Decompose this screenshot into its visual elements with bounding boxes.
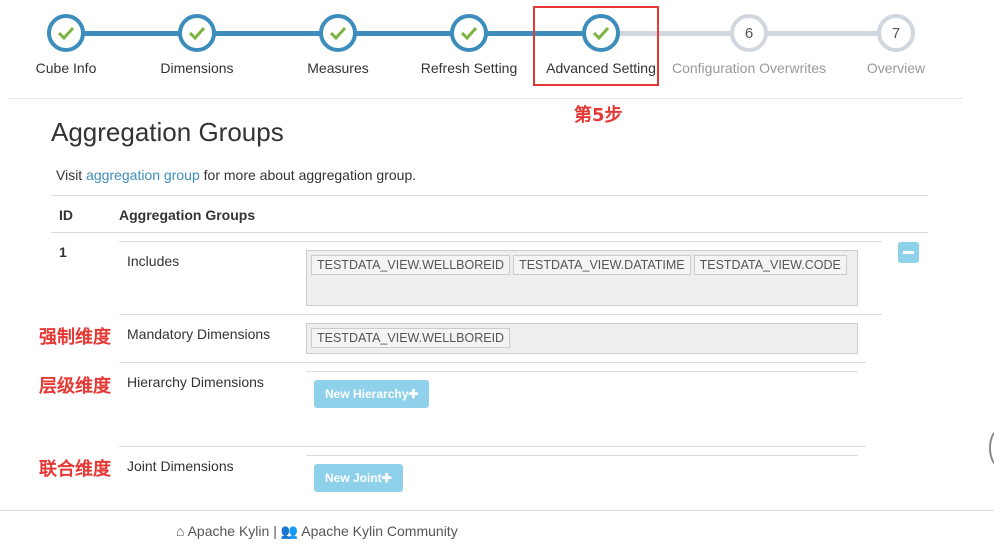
footer-community-link[interactable]: Apache Kylin Community: [301, 523, 457, 539]
dimension-tag[interactable]: TESTDATA_VIEW.WELLBOREID: [311, 328, 511, 348]
joint-label: Joint Dimensions: [127, 458, 234, 474]
new-joint-button[interactable]: New Joint✚: [314, 464, 403, 492]
remove-group-button[interactable]: [898, 242, 919, 263]
joint-top-border: [119, 446, 866, 447]
mandatory-label: Mandatory Dimensions: [127, 326, 271, 342]
check-icon: [188, 26, 206, 40]
dimension-tag[interactable]: TESTDATA_VIEW.DATATIME: [513, 255, 691, 275]
footer-divider: [0, 510, 994, 511]
annotation-joint: 联合维度: [39, 459, 111, 480]
hierarchy-label: Hierarchy Dimensions: [127, 374, 264, 390]
plus-icon: ✚: [381, 471, 392, 485]
users-icon: 👥: [280, 523, 299, 539]
check-icon: [57, 26, 75, 40]
wizard-steps: Cube Info Dimensions Measures Refresh Setti…: [0, 0, 994, 126]
column-header-aggregation-groups: Aggregation Groups: [119, 207, 256, 223]
wizard-step-label: Overview: [866, 60, 926, 76]
mandatory-top-border: [119, 314, 882, 315]
home-icon: ⌂: [176, 523, 185, 539]
minus-icon: [903, 251, 914, 254]
plus-icon: ✚: [408, 387, 419, 401]
wizard-step-circle[interactable]: [47, 14, 85, 52]
wizard-step-circle[interactable]: [450, 14, 488, 52]
wizard-step-circle[interactable]: 7: [877, 14, 915, 52]
annotation-mandatory: 强制维度: [39, 327, 111, 348]
wizard-step-circle[interactable]: [319, 14, 357, 52]
includes-top-border: [119, 241, 882, 242]
includes-label: Includes: [127, 253, 180, 269]
new-hierarchy-button[interactable]: New Hierarchy✚: [314, 380, 430, 408]
table-header-border: [51, 232, 928, 233]
dimension-tag[interactable]: TESTDATA_VIEW.CODE: [693, 255, 847, 275]
includes-select[interactable]: TESTDATA_VIEW.WELLBOREID TESTDATA_VIEW.DA…: [306, 250, 858, 306]
floating-widget[interactable]: [989, 430, 994, 466]
column-header-id: ID: [59, 207, 73, 223]
table-top-border: [51, 195, 928, 196]
wizard-step-number: 7: [891, 24, 901, 42]
annotation-hierarchy: 层级维度: [39, 376, 111, 397]
check-icon: [329, 26, 347, 40]
annotation-step-5: 第5步: [574, 105, 623, 126]
joint-inner-border: [306, 455, 858, 456]
hierarchy-inner-border: [306, 371, 858, 372]
wizard-divider: [10, 98, 963, 99]
page-title: Aggregation Groups: [51, 117, 284, 147]
wizard-step-circle[interactable]: 6: [730, 14, 768, 52]
check-icon: [460, 26, 478, 40]
annotation-highlight-box: [533, 6, 659, 86]
help-text: Visit aggregation group for more about a…: [56, 167, 417, 183]
mandatory-select[interactable]: TESTDATA_VIEW.WELLBOREID: [306, 323, 858, 354]
wizard-step-circle[interactable]: [178, 14, 216, 52]
footer-kylin-link[interactable]: Apache Kylin: [188, 523, 270, 539]
aggregation-group-link[interactable]: aggregation group: [86, 167, 200, 183]
dimension-tag[interactable]: TESTDATA_VIEW.WELLBOREID: [311, 255, 511, 275]
hierarchy-top-border: [119, 362, 866, 363]
footer: ⌂ Apache Kylin | 👥 Apache Kylin Communit…: [176, 523, 458, 539]
group-id: 1: [59, 244, 67, 260]
wizard-step-number: 6: [744, 24, 754, 42]
